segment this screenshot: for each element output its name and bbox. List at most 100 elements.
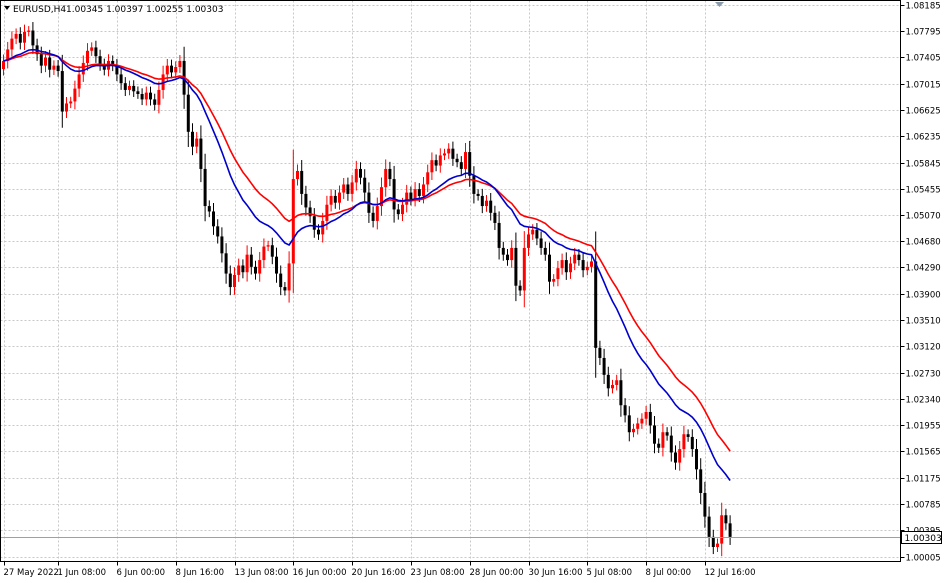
time-tick-label: 5 Jul 08:00 — [587, 568, 633, 578]
candle — [157, 81, 161, 114]
candle-body — [262, 246, 266, 261]
candle — [312, 208, 316, 238]
candle-body — [405, 192, 409, 205]
grid-layer — [0, 0, 901, 562]
candle — [615, 374, 619, 391]
candle-body — [535, 229, 539, 239]
price-chart[interactable]: 1.08185 1.07795 1.07405 1.07015 1.06625 1.062… — [0, 0, 944, 579]
candle-body — [279, 273, 283, 288]
time-tick-label: 1 Jun 08:00 — [58, 568, 107, 578]
candle-body — [716, 543, 719, 547]
candle — [447, 143, 451, 159]
time-axis[interactable]: 27 May 20221 Jun 08:00 6 Jun 00:00 8 Jun 1… — [4, 561, 756, 579]
candle — [153, 93, 157, 111]
candle — [611, 379, 614, 394]
candle — [283, 282, 287, 296]
chart-svg[interactable]: 1.08185 1.07795 1.07405 1.07015 1.06625 1.062… — [0, 0, 944, 579]
candle — [707, 506, 711, 547]
shift-triangle-icon[interactable] — [715, 2, 724, 7]
candle — [648, 403, 652, 434]
candle-body — [81, 62, 85, 75]
candle — [191, 123, 194, 156]
candle-body — [539, 238, 543, 248]
candle — [674, 445, 677, 470]
candle-body — [690, 436, 694, 450]
candle — [296, 164, 299, 186]
candle — [678, 440, 682, 471]
candle — [199, 125, 203, 183]
candle-body — [464, 152, 467, 169]
candle — [170, 59, 173, 79]
candle-body — [632, 428, 635, 433]
candle — [60, 54, 64, 128]
price-tick-label: 1.04290 — [906, 264, 941, 274]
symbol-timeframe-label: EURUSD,H4 — [13, 5, 66, 15]
candle — [623, 398, 627, 423]
candle-body — [153, 99, 157, 105]
candle — [514, 232, 518, 302]
price-tick-label: 1.06625 — [906, 107, 941, 117]
candle-body — [291, 179, 295, 264]
candle-body — [459, 162, 463, 169]
candle — [510, 240, 514, 268]
price-axis[interactable]: 1.08185 1.07795 1.07405 1.07015 1.06625 1.062… — [900, 2, 941, 564]
candle — [434, 154, 438, 172]
candle — [207, 200, 211, 218]
candle-body — [640, 418, 644, 424]
candle-body — [401, 204, 404, 215]
time-tick-label: 8 Jun 16:00 — [176, 568, 225, 578]
candle-body — [451, 148, 455, 159]
candle-body — [321, 220, 325, 235]
candle-body — [577, 254, 581, 261]
candle — [149, 86, 152, 106]
candle-body — [86, 50, 89, 63]
candle — [224, 243, 228, 284]
candle-body — [569, 263, 572, 273]
price-tick-label: 1.01565 — [906, 448, 941, 458]
candle-body — [31, 30, 35, 46]
candle — [237, 258, 241, 282]
candle — [455, 153, 459, 168]
candle-body — [548, 254, 551, 282]
candle-body — [514, 247, 518, 286]
candle-body — [506, 254, 509, 261]
price-tick-label: 1.00785 — [906, 501, 941, 511]
candle — [527, 226, 530, 257]
candle — [144, 86, 148, 106]
candle-body — [186, 94, 190, 132]
candle — [392, 165, 396, 223]
candle — [506, 249, 509, 266]
candle-body — [573, 254, 577, 264]
candle-body — [170, 65, 173, 73]
candle-body — [350, 182, 354, 194]
candle-body — [438, 155, 442, 166]
candle — [52, 60, 56, 75]
candle — [539, 231, 543, 255]
candle — [686, 429, 690, 442]
candle — [716, 538, 719, 553]
candle — [669, 426, 673, 462]
candle-body — [564, 260, 568, 273]
candle-body — [602, 357, 606, 375]
candle-body — [258, 260, 262, 274]
candles-layer — [2, 22, 732, 557]
candle-body — [212, 211, 215, 227]
candle-body — [77, 74, 81, 89]
candle-body — [623, 405, 627, 416]
candle — [119, 67, 123, 90]
candle-body — [136, 91, 140, 94]
candle — [640, 413, 644, 429]
candle-body — [287, 263, 291, 291]
candle — [476, 189, 480, 201]
candle-body — [707, 516, 711, 537]
price-tick-label: 1.02340 — [906, 396, 941, 406]
candle-body — [174, 66, 178, 73]
candle-body — [18, 33, 22, 43]
candle-body — [140, 94, 144, 100]
candle-body — [728, 523, 732, 537]
candle-body — [527, 234, 530, 248]
candle-body — [695, 449, 698, 470]
price-tick-label: 1.07015 — [906, 81, 941, 91]
candle-body — [384, 168, 388, 188]
candle — [262, 238, 266, 269]
